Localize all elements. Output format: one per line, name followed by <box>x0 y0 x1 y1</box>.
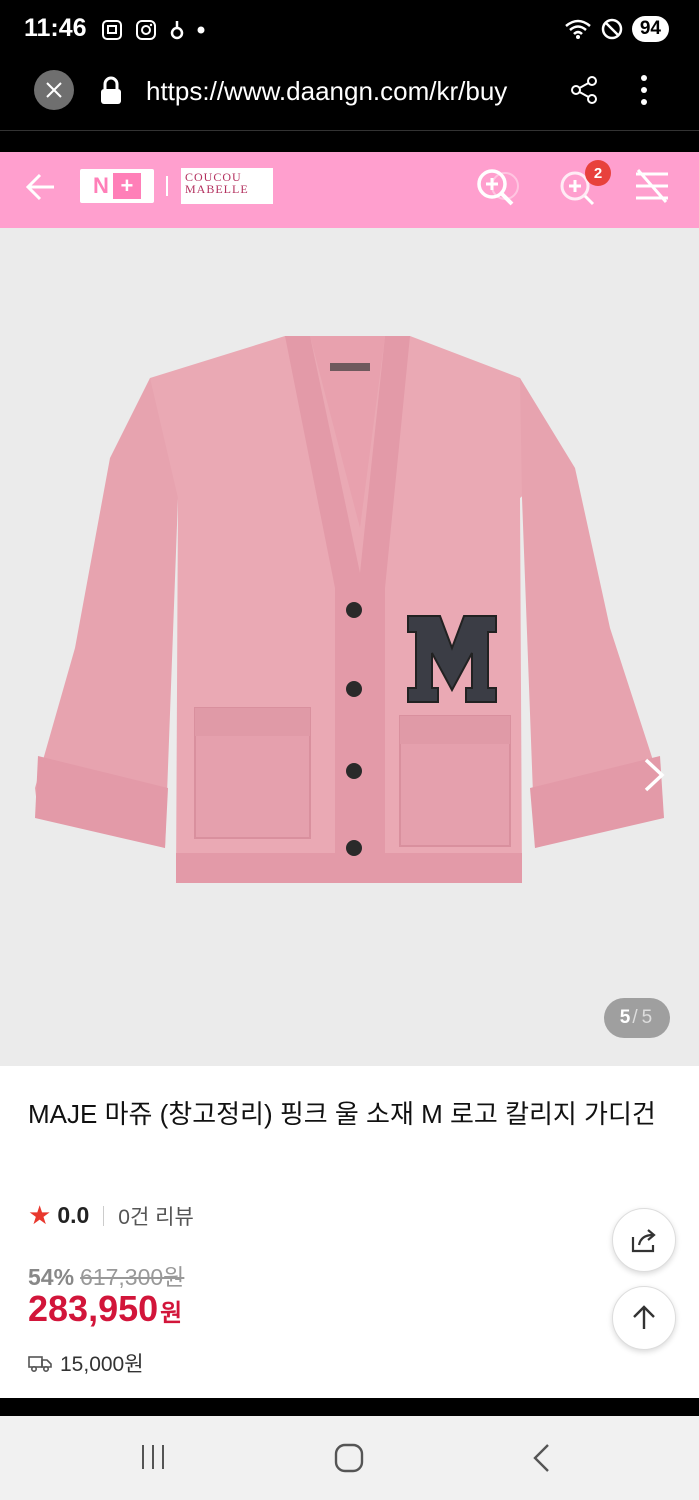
arrow-up-icon <box>633 1305 655 1329</box>
share-icon[interactable] <box>568 74 600 106</box>
image-counter-total: 5 <box>641 1007 653 1028</box>
rating-separator <box>103 1205 105 1226</box>
home-icon[interactable] <box>333 1442 365 1474</box>
notification-icons <box>100 18 206 42</box>
brand-logo[interactable]: COUCOU MABELLE <box>181 168 273 204</box>
original-price: 617,300원 <box>80 1264 185 1290</box>
search-icon[interactable] <box>472 166 528 210</box>
battery-indicator: 94 <box>631 16 669 42</box>
do-not-disturb-icon <box>601 18 623 40</box>
logo-separator <box>166 176 168 196</box>
lock-icon <box>101 76 121 104</box>
discount-row: 54% 617,300원 <box>28 1258 184 1292</box>
close-icon <box>46 82 62 98</box>
truck-icon <box>28 1356 52 1373</box>
app-icon <box>170 21 184 40</box>
cart-count-badge: 2 <box>585 160 611 186</box>
more-options-icon[interactable] <box>632 72 656 108</box>
image-counter-current: 5 <box>619 1007 631 1028</box>
shipping-row: 15,000원 <box>28 1348 144 1378</box>
system-nav-bar <box>0 1416 699 1500</box>
image-counter-separator: / <box>632 1007 638 1028</box>
system-icons: 94 <box>564 16 669 42</box>
price-unit: 원 <box>160 1300 183 1327</box>
divider <box>0 130 699 152</box>
star-icon: ★ <box>28 1200 52 1230</box>
scroll-top-button[interactable] <box>612 1286 676 1350</box>
product-image-carousel[interactable]: 5 / 5 <box>0 228 699 1066</box>
review-count: 0건 리뷰 <box>118 1205 194 1229</box>
browser-toolbar: https://www.daangn.com/kr/buy <box>0 62 699 130</box>
rating-value: 0.0 <box>57 1202 90 1228</box>
price-row: 283,950원 <box>28 1288 182 1330</box>
product-info: MAJE 마쥬 (창고정리) 핑크 울 소재 M 로고 칼리지 가디건 ★ 0.… <box>0 1066 699 1398</box>
discount-percent: 54% <box>28 1264 75 1290</box>
status-time: 11:46 <box>24 14 87 42</box>
recent-apps-icon[interactable] <box>138 1442 168 1472</box>
instagram-icon <box>136 20 156 40</box>
next-image-arrow-icon[interactable] <box>640 756 668 794</box>
rating-row[interactable]: ★ 0.0 0건 리뷰 <box>28 1200 194 1231</box>
url-bar[interactable]: https://www.daangn.com/kr/buy <box>146 76 507 107</box>
share-arrow-icon <box>631 1229 656 1253</box>
image-counter: 5 / 5 <box>604 998 670 1038</box>
menu-close-icon[interactable] <box>632 166 672 206</box>
status-bar: 11:46 94 <box>0 0 699 62</box>
logo-n: N <box>93 173 109 198</box>
screenshot-icon <box>102 20 122 40</box>
product-image-cardigan <box>35 336 664 883</box>
close-tab-button[interactable] <box>34 70 74 110</box>
sale-price: 283,950 <box>28 1288 159 1329</box>
divider <box>0 1398 699 1416</box>
product-title: MAJE 마쥬 (창고정리) 핑크 울 소재 M 로고 칼리지 가디건 <box>28 1099 656 1129</box>
nplus-logo[interactable]: N + <box>80 169 154 203</box>
wifi-icon <box>565 19 591 39</box>
share-button[interactable] <box>612 1208 676 1272</box>
shipping-fee: 15,000원 <box>60 1353 144 1376</box>
back-arrow-icon[interactable] <box>24 170 58 204</box>
back-icon[interactable] <box>530 1442 554 1474</box>
logo-plus: + <box>112 173 141 199</box>
dot-icon <box>197 26 205 34</box>
brand-line2: MABELLE <box>185 182 249 196</box>
